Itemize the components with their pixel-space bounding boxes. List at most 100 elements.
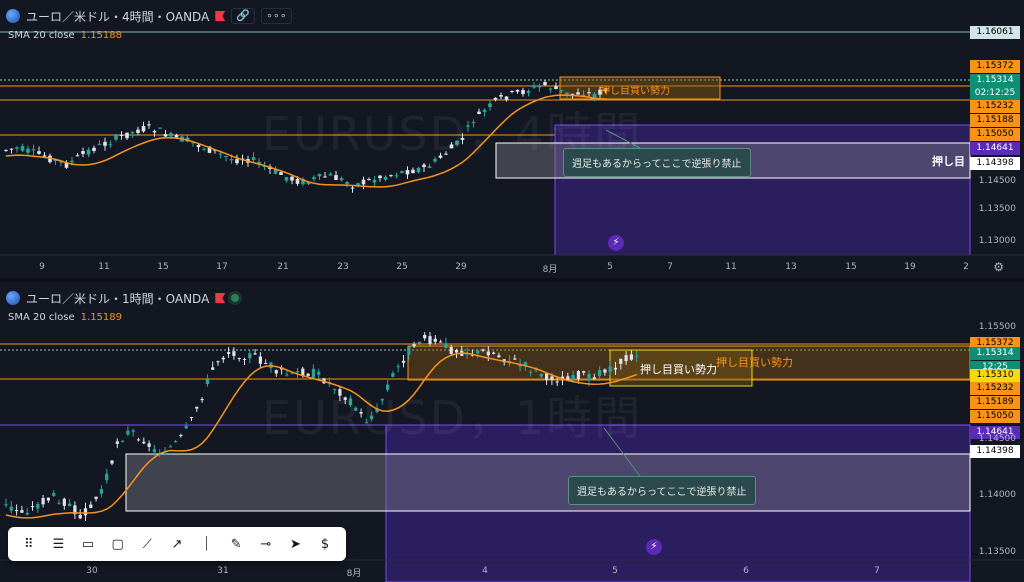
top-candle (125, 132, 129, 139)
vertical-line-icon[interactable]: ⏐ (194, 531, 220, 557)
bottom-candle (401, 360, 406, 363)
top-candle (537, 85, 542, 88)
callout-icon[interactable]: ▭ (75, 531, 101, 557)
top-date-label: 7 (667, 262, 673, 272)
top-price-label: 1.15050 (970, 128, 1020, 141)
top-candle (543, 81, 547, 86)
bottom-date-label: 31 (217, 566, 229, 576)
top-annotation[interactable]: 週足もあるからってここで逆張り禁止 (563, 148, 751, 177)
bottom-candle (248, 353, 252, 359)
bottom-candle (454, 349, 459, 353)
top-zone-edge-label: 押し目 (932, 155, 965, 168)
bottom-candle (184, 425, 188, 429)
bottom-watermark: EURUSD，1時間 (262, 391, 643, 445)
more-icon[interactable]: ∘∘∘ (261, 8, 292, 24)
bottom-candle (258, 356, 262, 364)
top-chart-pane[interactable]: ユーロ／米ドル・4時間・OANDA 🔗 ∘∘∘ SMA 20 close 1.15… (0, 0, 1024, 278)
symbol-logo-icon (6, 9, 20, 23)
top-candle (75, 155, 80, 157)
bottom-candle (444, 343, 448, 348)
bottom-candle (179, 434, 183, 436)
top-candle (31, 149, 36, 151)
bottom-candle (205, 379, 209, 385)
bottom-candle (391, 373, 395, 377)
top-price-label: 02:12:25 (970, 87, 1020, 100)
bottom-symbol-title[interactable]: ユーロ／米ドル・1時間・OANDA (26, 290, 209, 307)
bottom-price-tick: 1.13500 (978, 547, 1016, 557)
sma-value: 1.15189 (80, 312, 123, 323)
top-date-label: 29 (455, 262, 467, 272)
top-candle (515, 89, 520, 92)
trend-line-icon[interactable]: ⟋ (134, 531, 160, 557)
bottom-candle (136, 439, 141, 441)
top-candle (147, 124, 151, 126)
horizontal-ray-icon[interactable]: ⊸ (253, 531, 279, 557)
top-price-label: 1.14398 (970, 157, 1020, 170)
top-candle (42, 155, 47, 157)
ray-icon[interactable]: ↗ (164, 531, 190, 557)
bottom-candle (449, 347, 453, 354)
cursor-icon[interactable]: ➤ (282, 531, 308, 557)
bottom-candle (613, 367, 618, 370)
bottom-candle (227, 352, 231, 354)
bottom-candle (423, 334, 427, 339)
top-date-label: 25 (396, 262, 408, 272)
top-candle (4, 149, 8, 151)
bottom-zone-label-a: 押し目買い勢力 (640, 363, 717, 376)
bottom-candle (9, 506, 13, 511)
top-date-label: 9 (39, 262, 45, 272)
bottom-candle (147, 443, 151, 447)
bottom-candle (83, 508, 88, 516)
bottom-price-label: 1.15189 (970, 396, 1020, 409)
bottom-annotation[interactable]: 週足もあるからってここで逆張り禁止 (568, 476, 756, 505)
top-price-label: 1.15372 (970, 60, 1020, 73)
top-candle (224, 156, 228, 158)
top-candle (295, 179, 300, 184)
link-icon[interactable]: 🔗 (231, 8, 255, 24)
top-candle (394, 175, 399, 177)
top-sma-legend[interactable]: SMA 20 close 1.15188 (8, 30, 122, 41)
top-symbol-title[interactable]: ユーロ／米ドル・4時間・OANDA (26, 8, 209, 25)
bottom-candle (285, 374, 289, 376)
bottom-candle (492, 352, 496, 354)
top-candle (81, 151, 85, 154)
top-candle (389, 175, 393, 177)
top-date-label: 21 (277, 262, 289, 272)
top-candle (532, 85, 536, 88)
flag-icon[interactable] (215, 293, 226, 303)
top-zone-label: 押し目買い勢力 (600, 86, 670, 97)
price-range-icon[interactable]: $ (312, 531, 338, 557)
bottom-candle (68, 503, 72, 507)
symbol-logo-icon (6, 291, 20, 305)
bottom-candle (253, 353, 257, 355)
top-lightning-icon[interactable]: ⚡ (608, 235, 624, 251)
brush-icon[interactable]: ✎ (223, 531, 249, 557)
top-candle (103, 141, 107, 146)
bottom-lightning-icon[interactable]: ⚡ (646, 539, 662, 555)
top-price-label: 1.16061 (970, 26, 1020, 39)
bottom-candle (195, 406, 199, 409)
top-candle (15, 147, 19, 149)
bottom-sma-legend[interactable]: SMA 20 close 1.15189 (8, 312, 122, 323)
top-candle (158, 127, 162, 129)
top-candle (372, 180, 377, 183)
bottom-candle (221, 357, 225, 360)
bottom-candle (608, 366, 612, 372)
bottom-candle (25, 512, 29, 515)
rectangle-icon[interactable]: ▢ (105, 531, 131, 557)
flag-icon[interactable] (215, 11, 226, 21)
bottom-price-tick: 1.15500 (978, 322, 1016, 332)
horizontal-lines-icon[interactable]: ☰ (45, 531, 71, 557)
top-candle (119, 134, 124, 136)
top-settings-gear-icon[interactable]: ⚙ (993, 260, 1004, 274)
top-candle (251, 157, 256, 161)
drag-handle-icon[interactable]: ⠿ (16, 531, 42, 557)
bottom-candle (295, 371, 300, 373)
top-candle (570, 93, 575, 95)
bottom-candle (115, 441, 119, 444)
sma-label: SMA 20 close (8, 312, 75, 323)
bottom-header: ユーロ／米ドル・1時間・OANDA (6, 288, 240, 308)
bottom-candle (126, 430, 130, 435)
bottom-candle (571, 374, 575, 380)
bottom-candle (41, 498, 45, 505)
